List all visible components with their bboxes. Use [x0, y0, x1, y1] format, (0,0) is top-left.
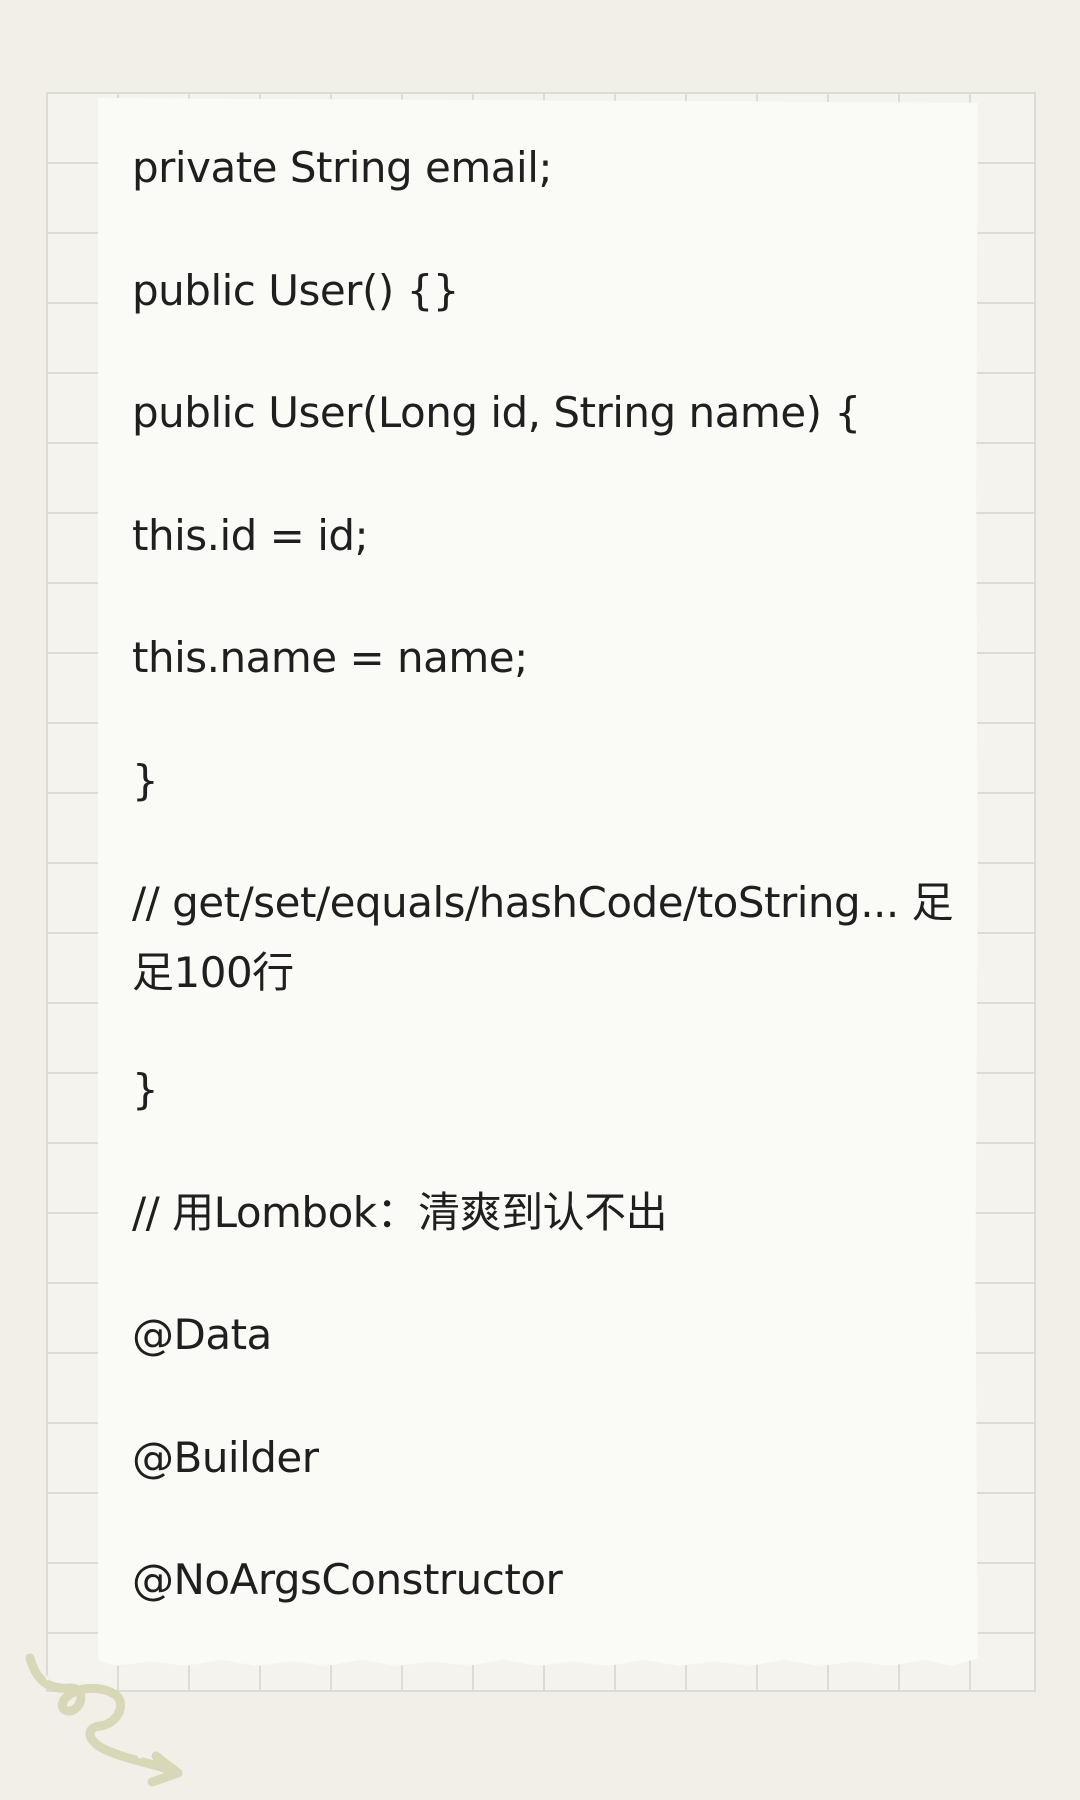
code-line: this.name = name;	[132, 633, 528, 682]
annotation-line: @Builder	[132, 1432, 319, 1482]
code-comment-line: // 用Lombok：清爽到认不出	[132, 1187, 668, 1237]
annotation-line: @NoArgsConstructor	[132, 1555, 563, 1604]
code-line: private String email;	[132, 143, 553, 192]
code-line: }	[132, 1065, 159, 1114]
code-line: }	[132, 755, 159, 805]
code-line: public User(Long id, String name) {	[132, 388, 861, 437]
squiggle-arrow-doodle	[25, 1653, 183, 1787]
code-line: public User() {}	[132, 265, 460, 315]
code-comment-text: // get/set/equals/hashCode/toString... 足…	[132, 878, 954, 997]
annotation-line: @Data	[132, 1310, 272, 1359]
code-line: this.id = id;	[132, 510, 369, 560]
code-comment-line: // get/set/equals/hashCode/toString... 足…	[132, 868, 962, 1060]
code-block: private String email; public User() {} p…	[132, 138, 962, 1673]
